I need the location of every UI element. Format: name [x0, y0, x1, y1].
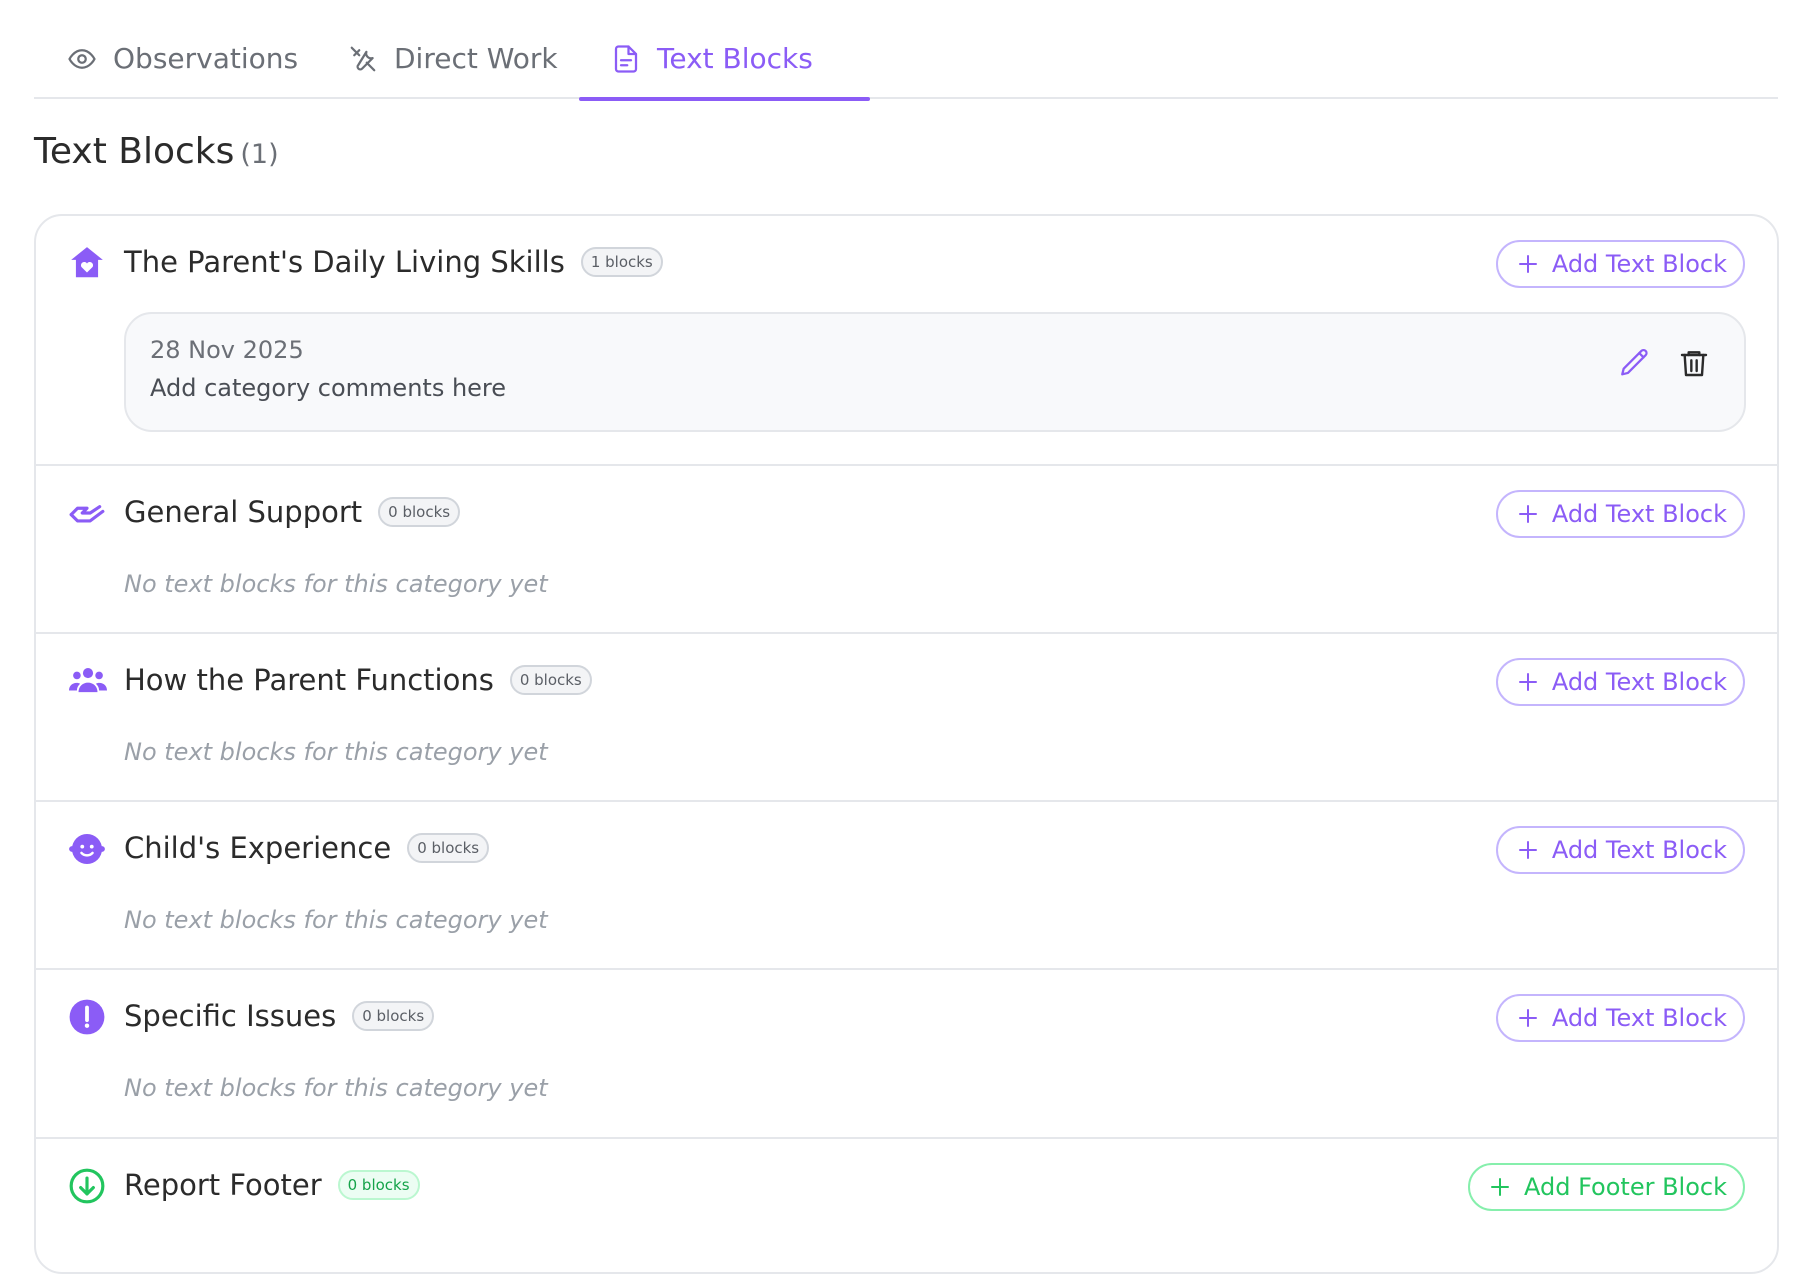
- exclamation-circle-icon: [68, 998, 106, 1036]
- plus-icon: [1518, 841, 1537, 859]
- add-footer-block-button[interactable]: Add Footer Block: [1468, 1163, 1745, 1211]
- edit-icon[interactable]: [1618, 346, 1652, 380]
- block-count-badge: 0 blocks: [337, 1170, 420, 1200]
- tab-bar: Observations Direct Work Text Blocks: [34, 0, 1778, 101]
- plus-icon: [1518, 673, 1537, 691]
- button-label: Add Text Block: [1551, 500, 1727, 528]
- category-title: The Parent's Daily Living Skills: [124, 245, 565, 279]
- plus-icon: [1518, 505, 1537, 523]
- add-text-block-button[interactable]: Add Text Block: [1495, 490, 1745, 538]
- category-section: How the Parent Functions 0 blocks Add Te…: [36, 634, 1777, 802]
- category-title: Child's Experience: [124, 831, 392, 865]
- block-text: Add category comments here: [150, 374, 507, 402]
- eye-icon: [67, 44, 97, 74]
- button-label: Add Footer Block: [1524, 1173, 1727, 1201]
- button-label: Add Text Block: [1551, 668, 1727, 696]
- block-count-badge: 0 blocks: [407, 833, 490, 863]
- category-section: Child's Experience 0 blocks Add Text Blo…: [36, 802, 1777, 970]
- plus-icon: [1491, 1178, 1509, 1196]
- block-count-badge: 1 blocks: [580, 247, 663, 277]
- add-text-block-button[interactable]: Add Text Block: [1495, 240, 1745, 288]
- tab-direct-work[interactable]: Direct Work: [348, 30, 578, 99]
- add-text-block-button[interactable]: Add Text Block: [1495, 994, 1745, 1042]
- tab-label: Observations: [113, 42, 299, 75]
- category-section: The Parent's Daily Living Skills 1 block…: [36, 216, 1777, 466]
- block-count-badge: 0 blocks: [509, 665, 592, 695]
- categories-card: The Parent's Daily Living Skills 1 block…: [34, 214, 1779, 1274]
- block-count: (1): [240, 139, 279, 170]
- text-blocks-page: Observations Direct Work Text Blocks Tex…: [0, 0, 1814, 1274]
- category-title: General Support: [124, 495, 363, 529]
- page-title: Text Blocks (1): [34, 131, 279, 172]
- button-label: Add Text Block: [1551, 1004, 1727, 1032]
- category-header: Specific Issues 0 blocks: [124, 992, 435, 1040]
- category-title: How the Parent Functions: [124, 663, 494, 697]
- category-section: Specific Issues 0 blocks Add Text Block …: [36, 970, 1777, 1139]
- tab-observations[interactable]: Observations: [67, 30, 298, 99]
- footer-section: Report Footer 0 blocks Add Footer Block: [36, 1139, 1777, 1272]
- tab-label: Direct Work: [394, 42, 558, 75]
- tab-label: Text Blocks: [657, 42, 813, 75]
- category-header: How the Parent Functions 0 blocks: [124, 656, 592, 704]
- plus-icon: [1518, 1009, 1537, 1027]
- category-header: Report Footer 0 blocks: [124, 1161, 420, 1209]
- arrow-down-circle-icon: [68, 1167, 106, 1205]
- category-header: Child's Experience 0 blocks: [124, 824, 490, 872]
- empty-state-text: No text blocks for this category yet: [124, 570, 548, 598]
- add-text-block-button[interactable]: Add Text Block: [1495, 658, 1745, 706]
- users-icon: [68, 662, 107, 700]
- trash-icon[interactable]: [1678, 346, 1710, 380]
- block-date: 28 Nov 2025: [150, 336, 304, 364]
- add-text-block-button[interactable]: Add Text Block: [1495, 826, 1745, 874]
- empty-state-text: No text blocks for this category yet: [124, 738, 548, 766]
- tab-text-blocks[interactable]: Text Blocks: [579, 30, 870, 101]
- category-header: General Support 0 blocks: [124, 488, 461, 536]
- page-title-text: Text Blocks: [34, 131, 235, 172]
- helping-hand-icon: [68, 494, 106, 532]
- block-count-badge: 0 blocks: [352, 1001, 435, 1031]
- category-section: General Support 0 blocks Add Text Block …: [36, 466, 1777, 634]
- document-icon: [611, 44, 641, 74]
- button-label: Add Text Block: [1551, 836, 1727, 864]
- empty-state-text: No text blocks for this category yet: [124, 1074, 548, 1102]
- block-count-badge: 0 blocks: [378, 497, 461, 527]
- tools-icon: [348, 44, 378, 74]
- home-heart-icon: [68, 244, 106, 282]
- category-title: Specific Issues: [124, 999, 337, 1033]
- button-label: Add Text Block: [1551, 250, 1727, 278]
- text-block-item: 28 Nov 2025 Add category comments here: [124, 312, 1746, 432]
- empty-state-text: No text blocks for this category yet: [124, 906, 548, 934]
- plus-icon: [1518, 255, 1537, 273]
- category-title: Report Footer: [124, 1168, 322, 1202]
- child-face-icon: [68, 830, 106, 868]
- category-header: The Parent's Daily Living Skills 1 block…: [124, 238, 663, 286]
